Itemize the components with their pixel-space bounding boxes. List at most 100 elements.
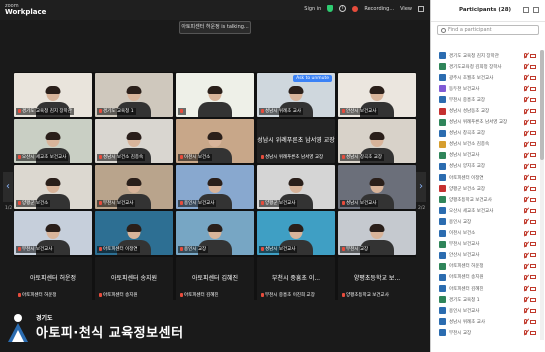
muted-mic-icon[interactable] bbox=[524, 130, 527, 136]
video-tile[interactable]: 부천시 보건교사 bbox=[95, 165, 173, 209]
video-off-icon[interactable] bbox=[530, 153, 536, 158]
popout-icon[interactable] bbox=[523, 7, 529, 13]
participant-row[interactable]: 성남시 성남동초 교장 bbox=[431, 105, 540, 116]
participant-row[interactable]: 이천시 보건소 bbox=[431, 228, 540, 239]
video-off-icon[interactable] bbox=[530, 142, 536, 147]
view-button[interactable]: View bbox=[400, 6, 412, 12]
video-tile[interactable]: 오산시 세교초 보건교사 bbox=[14, 119, 92, 163]
ask-to-unmute-button[interactable]: Ask to unmute bbox=[293, 75, 332, 82]
participant-scrollbar[interactable] bbox=[540, 50, 544, 340]
video-tile[interactable]: 부천시 보건교사 bbox=[14, 211, 92, 255]
video-off-icon[interactable] bbox=[530, 319, 536, 324]
video-off-icon[interactable] bbox=[530, 264, 536, 269]
video-tile[interactable]: 경기도 교육청 1 bbox=[95, 73, 173, 117]
video-off-icon[interactable] bbox=[530, 164, 536, 169]
video-off-icon[interactable] bbox=[530, 109, 536, 114]
participant-row[interactable]: 성남시 보건소 김종숙 bbox=[431, 139, 540, 150]
muted-mic-icon[interactable] bbox=[524, 175, 527, 181]
video-off-icon[interactable] bbox=[530, 120, 536, 125]
participant-row[interactable]: 부천시 보건교사 bbox=[431, 239, 540, 250]
video-off-icon[interactable] bbox=[530, 286, 536, 291]
participant-row[interactable]: 경기도 교육청 김지 장학관 bbox=[431, 50, 540, 61]
muted-mic-icon[interactable] bbox=[524, 152, 527, 158]
muted-mic-icon[interactable] bbox=[524, 197, 527, 203]
participant-row[interactable]: 성남시 위례초 교사 bbox=[431, 316, 540, 327]
participant-row[interactable]: 아토피센터 송지원 bbox=[431, 272, 540, 283]
video-off-icon[interactable] bbox=[530, 242, 536, 247]
video-off-icon[interactable] bbox=[530, 75, 536, 80]
video-tile[interactable]: 성남시 보건교사 bbox=[338, 165, 416, 209]
muted-mic-icon[interactable] bbox=[524, 208, 527, 214]
participant-row[interactable]: 안산시 보건교사 bbox=[431, 250, 540, 261]
participant-row[interactable]: 양평군 보건소 교장 bbox=[431, 183, 540, 194]
audio-only-tile[interactable]: 아토피센터 김혜진 아토피센터 김혜진 bbox=[176, 257, 254, 301]
participant-row[interactable]: 동두천 보건교사 bbox=[431, 83, 540, 94]
video-tile[interactable]: 안산시 보건교사 bbox=[338, 73, 416, 117]
muted-mic-icon[interactable] bbox=[524, 97, 527, 103]
participant-row[interactable]: 성남시 창곡초 교장 bbox=[431, 128, 540, 139]
video-tile[interactable]: 양평군 보건교사 bbox=[257, 165, 335, 209]
participant-row[interactable]: 광주시 초월초 보건교사 bbox=[431, 72, 540, 83]
maximize-icon[interactable] bbox=[418, 5, 424, 12]
video-tile[interactable]: 경기도 교육청 김지 장학관 bbox=[14, 73, 92, 117]
video-off-icon[interactable] bbox=[530, 330, 536, 335]
participant-row[interactable]: 양평초등학교 보건교사 bbox=[431, 194, 540, 205]
muted-mic-icon[interactable] bbox=[524, 319, 527, 325]
video-off-icon[interactable] bbox=[530, 175, 536, 180]
signin-link[interactable]: Sign in bbox=[304, 6, 321, 12]
participant-row[interactable]: 아토피센터 이정연 bbox=[431, 172, 540, 183]
video-off-icon[interactable] bbox=[530, 253, 536, 258]
muted-mic-icon[interactable] bbox=[524, 241, 527, 247]
participant-row[interactable]: 오산시 세교초 보건교사 bbox=[431, 205, 540, 216]
recording-label[interactable]: Recording... bbox=[364, 6, 394, 12]
participant-row[interactable]: 성남시 보건교사 bbox=[431, 150, 540, 161]
muted-mic-icon[interactable] bbox=[524, 75, 527, 81]
security-shield-icon[interactable] bbox=[327, 5, 334, 12]
muted-mic-icon[interactable] bbox=[524, 252, 527, 258]
video-tile[interactable]: 용인시 보건교사 bbox=[176, 165, 254, 209]
muted-mic-icon[interactable] bbox=[524, 286, 527, 292]
participant-row[interactable]: 부천시 교장 bbox=[431, 327, 540, 338]
close-panel-icon[interactable] bbox=[533, 7, 539, 13]
video-off-icon[interactable] bbox=[530, 64, 536, 69]
audio-only-tile[interactable]: 양평초등학교 보... 양평초등학교 보건교사 bbox=[338, 257, 416, 301]
video-tile[interactable]: 부천시 교장 bbox=[338, 211, 416, 255]
video-off-icon[interactable] bbox=[530, 275, 536, 280]
participant-row[interactable]: 경기도교육청 김희정 장학사 bbox=[431, 61, 540, 72]
video-off-icon[interactable] bbox=[530, 97, 536, 102]
video-tile[interactable]: 아토피센터 이정연 bbox=[95, 211, 173, 255]
muted-mic-icon[interactable] bbox=[524, 163, 527, 169]
info-icon[interactable]: i bbox=[339, 5, 347, 12]
audio-only-tile[interactable]: 아토피센터 송지원 아토피센터 송지원 bbox=[95, 257, 173, 301]
audio-only-tile[interactable]: 부천시 중흥초 이... 부천시 중흥초 이진희 교장 bbox=[257, 257, 335, 301]
muted-mic-icon[interactable] bbox=[524, 308, 527, 314]
muted-mic-icon[interactable] bbox=[524, 297, 527, 303]
video-tile[interactable]: 성남시 보건교사 bbox=[257, 211, 335, 255]
muted-mic-icon[interactable] bbox=[524, 330, 527, 336]
muted-mic-icon[interactable] bbox=[524, 219, 527, 225]
muted-mic-icon[interactable] bbox=[524, 141, 527, 147]
video-tile[interactable]: 양평군 보건소 bbox=[14, 165, 92, 209]
video-tile[interactable]: 성남시 보건소 김종숙 bbox=[95, 119, 173, 163]
participant-row[interactable]: 성남시 위례푸른초 남서영 교장 bbox=[431, 117, 540, 128]
video-tile[interactable]: 용인시 교장 bbox=[176, 211, 254, 255]
video-tile[interactable]: Ask to unmute 성남시 위례초 교사 bbox=[257, 73, 335, 117]
muted-mic-icon[interactable] bbox=[524, 53, 527, 59]
participant-row[interactable]: 아토피센터 김혜진 bbox=[431, 283, 540, 294]
video-off-icon[interactable] bbox=[530, 208, 536, 213]
video-tile[interactable]: 성남시 창곡초 교장 bbox=[338, 119, 416, 163]
video-off-icon[interactable] bbox=[530, 308, 536, 313]
video-tile[interactable]: 성남시 위례푸른초 남서영 교장 성남시 위례푸른초 남서영 교장 bbox=[257, 119, 335, 163]
muted-mic-icon[interactable] bbox=[524, 108, 527, 114]
participant-row[interactable]: 용인시 교장 bbox=[431, 216, 540, 227]
video-off-icon[interactable] bbox=[530, 219, 536, 224]
video-off-icon[interactable] bbox=[530, 86, 536, 91]
gallery-next-button[interactable]: › bbox=[416, 172, 426, 202]
muted-mic-icon[interactable] bbox=[524, 86, 527, 92]
gallery-prev-button[interactable]: ‹ bbox=[3, 172, 13, 202]
participant-search-input[interactable]: Find a participant bbox=[437, 25, 539, 35]
muted-mic-icon[interactable] bbox=[524, 263, 527, 269]
participant-row[interactable]: 용인시 보건교사 bbox=[431, 305, 540, 316]
video-off-icon[interactable] bbox=[530, 297, 536, 302]
participant-row[interactable]: 부천시 중흥초 교장 bbox=[431, 94, 540, 105]
